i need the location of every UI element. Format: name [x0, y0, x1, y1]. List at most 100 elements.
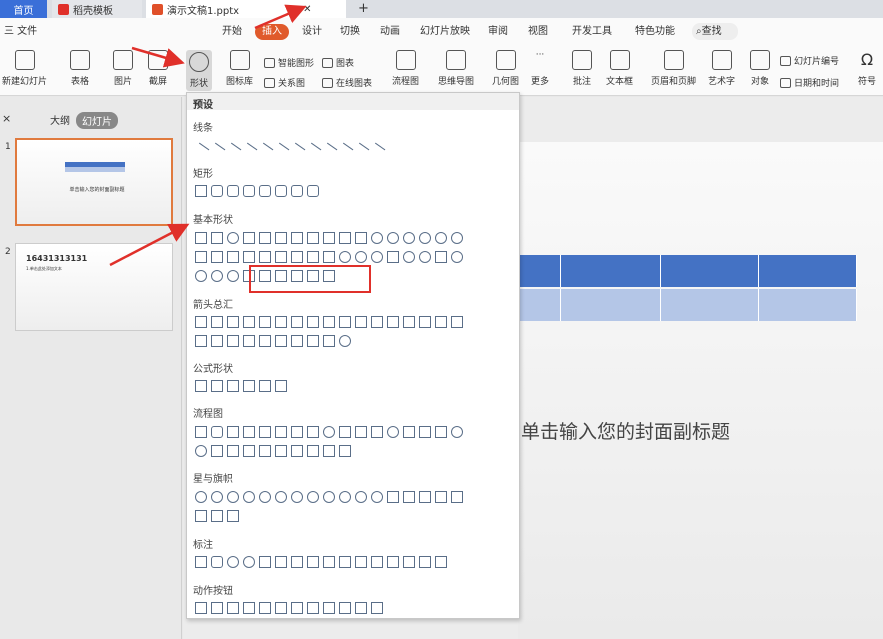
- curved-up-arrow-shape[interactable]: [419, 316, 431, 328]
- rounded-rect-callout-shape[interactable]: [211, 556, 223, 568]
- preparation-shape[interactable]: [339, 426, 351, 438]
- heart-shape[interactable]: [419, 251, 431, 263]
- slide-thumbnail-1[interactable]: 单击输入您的封面副标题: [15, 138, 173, 226]
- round1-rect-shape[interactable]: [291, 185, 303, 197]
- add-tab-icon[interactable]: +: [358, 1, 369, 16]
- smiley-shape[interactable]: [403, 251, 415, 263]
- summing-junction-shape[interactable]: [451, 426, 463, 438]
- round2-rect-shape[interactable]: [307, 185, 319, 197]
- new-slide-button[interactable]: 新建幻灯片: [2, 50, 47, 87]
- table-body-row[interactable]: [513, 289, 857, 321]
- menu-animation[interactable]: 动画: [380, 24, 400, 40]
- manual-input-shape[interactable]: [355, 426, 367, 438]
- action-return-shape[interactable]: [291, 602, 303, 614]
- freeform-shape[interactable]: [352, 142, 370, 160]
- tab-slides[interactable]: 幻灯片: [76, 112, 118, 129]
- no-symbol-shape[interactable]: [355, 251, 367, 263]
- curve-connector-shape[interactable]: [288, 142, 306, 160]
- heptagon-shape[interactable]: [355, 232, 367, 244]
- multidocument-shape[interactable]: [307, 426, 319, 438]
- decision-shape[interactable]: [227, 426, 239, 438]
- circular-arrow-shape[interactable]: [339, 335, 351, 347]
- terminator-shape[interactable]: [323, 426, 335, 438]
- cloud-shape[interactable]: [211, 270, 223, 282]
- card-shape[interactable]: [419, 426, 431, 438]
- delay-shape[interactable]: [291, 445, 303, 457]
- right-triangle-shape[interactable]: [259, 232, 271, 244]
- wordart-button[interactable]: 艺术字: [708, 50, 735, 87]
- collate-shape[interactable]: [211, 445, 223, 457]
- rect-callout-shape[interactable]: [195, 556, 207, 568]
- up-down-arrow-shape[interactable]: [275, 316, 287, 328]
- offpage-connector-shape[interactable]: [403, 426, 415, 438]
- oval-shape[interactable]: [227, 232, 239, 244]
- predefined-process-shape[interactable]: [259, 426, 271, 438]
- line-callout6-shape[interactable]: [339, 556, 351, 568]
- datetime-button[interactable]: 日期和时间: [780, 76, 839, 89]
- star8-shape[interactable]: [291, 491, 303, 503]
- screenshot-button[interactable]: 截屏: [148, 50, 168, 87]
- octagon-shape[interactable]: [371, 232, 383, 244]
- alt-process-shape[interactable]: [211, 426, 223, 438]
- left-callout-arrow-shape[interactable]: [259, 335, 271, 347]
- punched-tape-shape[interactable]: [435, 426, 447, 438]
- moon-shape[interactable]: [195, 270, 207, 282]
- snip-rect-shape[interactable]: [227, 185, 239, 197]
- decagon-shape[interactable]: [387, 232, 399, 244]
- dodecagon-shape[interactable]: [403, 232, 415, 244]
- star5-shape[interactable]: [243, 491, 255, 503]
- action-document-shape[interactable]: [323, 602, 335, 614]
- extract-shape[interactable]: [243, 445, 255, 457]
- bevel-shape[interactable]: [323, 251, 335, 263]
- menu-insert[interactable]: 插入: [255, 24, 289, 40]
- up-callout-arrow-shape[interactable]: [275, 335, 287, 347]
- comment-button[interactable]: 批注: [572, 50, 592, 87]
- connector-shape[interactable]: [387, 426, 399, 438]
- curve-arrow-shape[interactable]: [304, 142, 322, 160]
- menu-slideshow[interactable]: 幻灯片放映: [420, 24, 470, 40]
- pentagon-arrow-shape[interactable]: [211, 335, 223, 347]
- star6-shape[interactable]: [259, 491, 271, 503]
- display-shape[interactable]: [339, 445, 351, 457]
- snip-diag-rect-shape[interactable]: [259, 185, 271, 197]
- chevron-shape[interactable]: [227, 335, 239, 347]
- curve-double-arrow-shape[interactable]: [320, 142, 338, 160]
- plus-shape[interactable]: [195, 380, 207, 392]
- cloud-callout-shape[interactable]: [243, 556, 255, 568]
- icon-library-button[interactable]: 图标库: [226, 50, 253, 87]
- smart-graphic-button[interactable]: 智能图形: [264, 56, 314, 69]
- line-callout4-shape[interactable]: [307, 556, 319, 568]
- left-right-arrow-shape[interactable]: [259, 316, 271, 328]
- menu-developer[interactable]: 开发工具: [572, 24, 612, 40]
- line-callout3-shape[interactable]: [291, 556, 303, 568]
- menu-special[interactable]: 特色功能: [635, 24, 675, 40]
- curved-ribbon-up-shape[interactable]: [419, 491, 431, 503]
- line-callout12-shape[interactable]: [435, 556, 447, 568]
- flowchart-button[interactable]: 流程图: [392, 50, 419, 87]
- action-sound-shape[interactable]: [339, 602, 351, 614]
- cube-shape[interactable]: [307, 251, 319, 263]
- more-button[interactable]: ··· 更多: [530, 50, 550, 87]
- scribble-shape[interactable]: [368, 142, 386, 160]
- down-arrow-shape[interactable]: [243, 316, 255, 328]
- textbox-button[interactable]: 文本框: [606, 50, 633, 87]
- action-end-shape[interactable]: [243, 602, 255, 614]
- left-up-arrow-shape[interactable]: [355, 316, 367, 328]
- explosion1-shape[interactable]: [195, 491, 207, 503]
- down-callout-arrow-shape[interactable]: [291, 335, 303, 347]
- divide-shape[interactable]: [243, 380, 255, 392]
- curve-shape[interactable]: [336, 142, 354, 160]
- curved-down-arrow-shape[interactable]: [435, 316, 447, 328]
- star12-shape[interactable]: [323, 491, 335, 503]
- trapezoid-shape[interactable]: [291, 232, 303, 244]
- star24-shape[interactable]: [355, 491, 367, 503]
- slide-editor[interactable]: [518, 142, 883, 639]
- vertical-textbox-shape[interactable]: [211, 232, 223, 244]
- star32-shape[interactable]: [371, 491, 383, 503]
- parallelogram-shape[interactable]: [275, 232, 287, 244]
- quad-callout-arrow-shape[interactable]: [323, 335, 335, 347]
- right-arrow-shape[interactable]: [195, 316, 207, 328]
- table-header-row[interactable]: [513, 255, 857, 287]
- symbol-button[interactable]: Ω 符号: [857, 50, 877, 87]
- slide-number-button[interactable]: 幻灯片编号: [780, 54, 839, 67]
